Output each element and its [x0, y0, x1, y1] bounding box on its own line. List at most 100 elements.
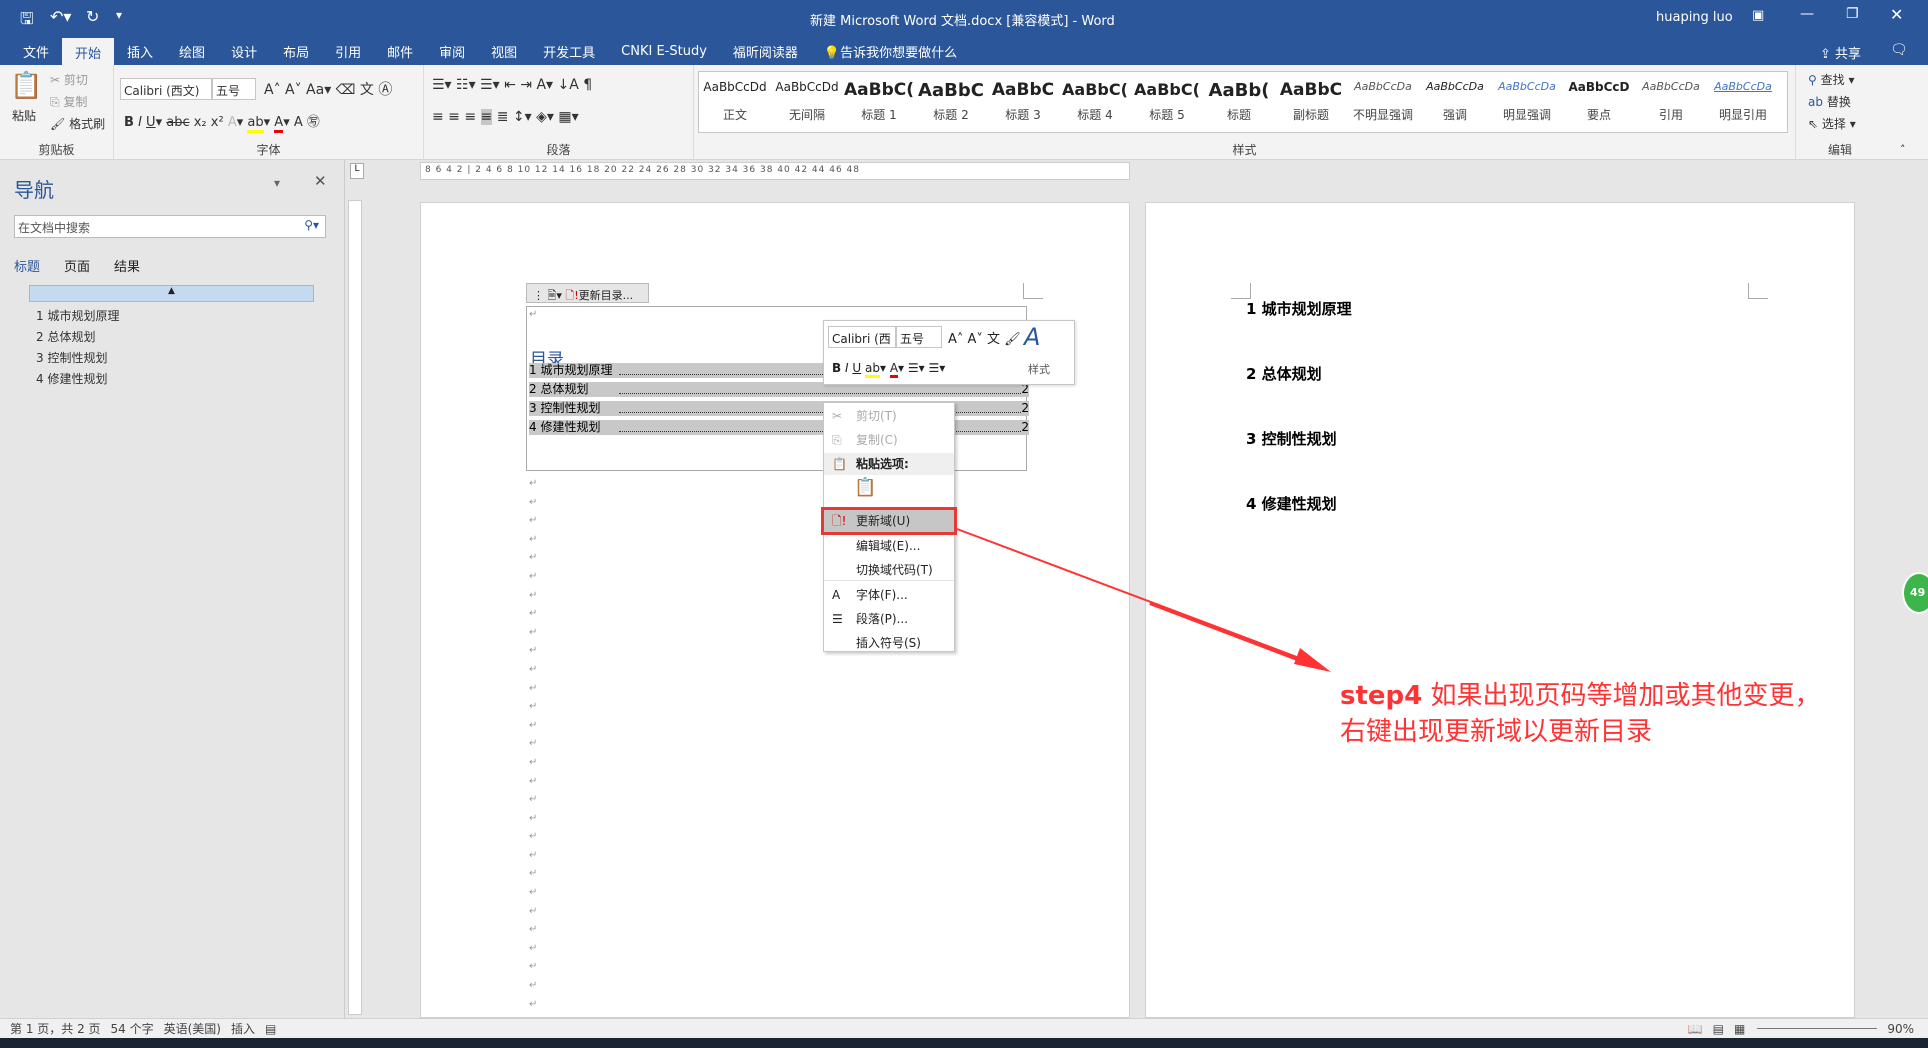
nav-heading[interactable]: 3 控制性规划 — [36, 348, 119, 369]
style-item[interactable]: AaBbC 副标题 — [1275, 72, 1347, 132]
style-item[interactable]: AaBbCcDa 明显引用 — [1707, 72, 1779, 132]
nav-heading[interactable]: 4 修建性规划 — [36, 369, 119, 390]
comments-icon[interactable]: 🗨 — [1890, 42, 1908, 58]
menu-font[interactable]: A 字体(F)... — [824, 584, 954, 606]
share-button[interactable]: ⇪ 共享 — [1820, 43, 1861, 62]
tab-draw[interactable]: 绘图 — [166, 37, 218, 66]
style-item[interactable]: AaBbC 标题 2 — [915, 72, 987, 132]
style-item[interactable]: AaBbCcDa 引用 — [1635, 72, 1707, 132]
nav-heading[interactable]: 1 城市规划原理 — [36, 306, 119, 327]
tab-review[interactable]: 审阅 — [426, 37, 478, 66]
search-icon[interactable]: ⚲▾ — [304, 218, 319, 232]
menu-edit-field[interactable]: 编辑域(E)... — [824, 535, 954, 557]
menu-paragraph[interactable]: ☰ 段落(P)... — [824, 608, 954, 630]
window-title: 新建 Microsoft Word 文档.docx [兼容模式] - Word — [810, 14, 1115, 29]
format-painter-button[interactable]: 🖌 格式刷 — [50, 115, 105, 132]
user-name[interactable]: huaping luo — [1656, 10, 1733, 25]
print-layout-icon[interactable]: ▤ — [1713, 1022, 1724, 1036]
style-item[interactable]: AaBbCcDd 无间隔 — [771, 72, 843, 132]
tab-foxit[interactable]: 福昕阅读器 — [720, 37, 811, 66]
paste-keep-text-icon[interactable]: 📋 — [854, 477, 876, 498]
tab-mailings[interactable]: 邮件 — [374, 37, 426, 66]
customize-qat-icon[interactable]: ▾ — [116, 8, 122, 22]
alignment-buttons[interactable]: ≡ ≡ ≡ ≡ ≣ ↕▾ ◈▾ ▦▾ — [432, 109, 579, 125]
tab-developer[interactable]: 开发工具 — [530, 37, 608, 66]
mini-font-buttons[interactable]: A˄ A˅ 文 🖌 — [948, 328, 1021, 347]
style-item[interactable]: AaBbCcDd 正文 — [699, 72, 771, 132]
macro-icon[interactable]: ▤ — [265, 1022, 276, 1036]
tab-references[interactable]: 引用 — [322, 37, 374, 66]
list-buttons[interactable]: ☰▾ ☷▾ ☰▾ ⇤ ⇥ A▾ ↓A ¶ — [432, 77, 592, 93]
tab-cnki[interactable]: CNKI E-Study — [608, 39, 720, 64]
collapse-all-button[interactable]: ▲ — [29, 285, 314, 302]
nav-tab-results[interactable]: 结果 — [114, 256, 140, 275]
menu-update-field[interactable]: 🗋! 更新域(U) — [821, 507, 957, 535]
floating-badge[interactable]: 49 — [1902, 572, 1928, 614]
menu-cut[interactable]: ✂ 剪切(T) — [824, 405, 954, 427]
style-item[interactable]: AaBbCcDa 明显强调 — [1491, 72, 1563, 132]
nav-tab-pages[interactable]: 页面 — [64, 256, 90, 275]
page-count[interactable]: 第 1 页，共 2 页 — [10, 1020, 101, 1037]
save-icon[interactable]: 🖫 — [20, 8, 34, 35]
tab-insert[interactable]: 插入 — [114, 37, 166, 66]
mini-styles-label[interactable]: 样式 — [1028, 361, 1050, 377]
menu-copy[interactable]: ⎘ 复制(C) — [824, 429, 954, 451]
font-name-select[interactable]: Calibri (西文) — [120, 78, 212, 100]
mini-size-select[interactable]: 五号 — [896, 326, 942, 348]
paste-icon[interactable]: 📋 — [10, 71, 42, 101]
language[interactable]: 英语(美国) — [164, 1020, 221, 1037]
nav-close-icon[interactable]: ✕ — [314, 172, 327, 190]
nav-search-input[interactable]: 在文档中搜索 ⚲▾ — [14, 215, 326, 238]
format-buttons[interactable]: B I U▾ abc x₂ x² A▾ ab▾ A▾ A ㊢ — [124, 111, 320, 133]
find-button[interactable]: ⚲ 查找 ▾ — [1808, 71, 1854, 88]
tab-selector[interactable]: L — [350, 163, 364, 179]
style-item[interactable]: AaBbCcD 要点 — [1563, 72, 1635, 132]
mini-font-select[interactable]: Calibri (西 — [828, 326, 896, 348]
tab-file[interactable]: 文件 — [10, 37, 62, 66]
insert-mode[interactable]: 插入 — [231, 1020, 255, 1037]
zoom-level[interactable]: 90% — [1887, 1022, 1914, 1036]
read-mode-icon[interactable]: 📖 — [1688, 1022, 1703, 1036]
style-item[interactable]: AaBbC 标题 3 — [987, 72, 1059, 132]
style-item[interactable]: AaBbC(标题 4 — [1059, 72, 1131, 132]
menu-paste-options: 📋 粘贴选项: — [824, 453, 954, 475]
mini-format-buttons[interactable]: B I U ab▾ A▾ ☰▾ ☰▾ — [832, 361, 945, 378]
style-item[interactable]: AaBbC(标题 1 — [843, 72, 915, 132]
paste-button[interactable]: 粘贴 — [12, 107, 36, 124]
redo-icon[interactable]: ↻ — [86, 7, 99, 26]
style-item[interactable]: AaBbCcDa 强调 — [1419, 72, 1491, 132]
minimize-icon[interactable]: — — [1800, 6, 1814, 22]
style-item[interactable]: AaBbC(标题 5 — [1131, 72, 1203, 132]
update-toc-button[interactable]: ⋮ 🗎▾ 🗋!更新目录... — [526, 283, 649, 303]
undo-icon[interactable]: ↶▾ — [50, 7, 71, 26]
style-item[interactable]: AaBbCcDa 不明显强调 — [1347, 72, 1419, 132]
nav-tab-headings[interactable]: 标题 — [14, 256, 40, 275]
font-size-select[interactable]: 五号 — [212, 78, 256, 100]
styles-icon[interactable]: A — [1024, 323, 1040, 351]
restore-icon[interactable]: ❐ — [1846, 6, 1859, 22]
menu-insert-symbol[interactable]: 插入符号(S) — [824, 632, 954, 654]
copy-button[interactable]: ⎘ 复制 — [50, 93, 87, 110]
cut-button[interactable]: ✂ 剪切 — [50, 71, 88, 88]
zoom-slider[interactable] — [1757, 1028, 1878, 1029]
nav-options-icon[interactable]: ▾ — [274, 176, 280, 190]
tab-home[interactable]: 开始 — [62, 38, 115, 65]
tab-view[interactable]: 视图 — [478, 37, 530, 66]
word-count[interactable]: 54 个字 — [111, 1020, 154, 1037]
close-icon[interactable]: ✕ — [1890, 5, 1903, 24]
style-item[interactable]: AaBb(标题 — [1203, 72, 1275, 132]
menu-toggle-field-codes[interactable]: 切换域代码(T) — [824, 559, 954, 581]
tab-layout[interactable]: 布局 — [270, 37, 322, 66]
select-button[interactable]: ⇖ 选择 ▾ — [1808, 115, 1856, 132]
replace-button[interactable]: ab 替换 — [1808, 93, 1851, 110]
horizontal-ruler[interactable]: 8 6 4 2 | 2 4 6 8 10 12 14 16 18 20 22 2… — [420, 162, 1130, 180]
vertical-ruler[interactable] — [348, 200, 362, 1015]
tell-me-search[interactable]: 💡告诉我你想要做什么 — [811, 37, 970, 66]
web-layout-icon[interactable]: ▦ — [1734, 1022, 1745, 1036]
collapse-ribbon-icon[interactable]: ˄ — [1900, 143, 1906, 156]
nav-heading[interactable]: 2 总体规划 — [36, 327, 119, 348]
tab-design[interactable]: 设计 — [218, 37, 270, 66]
ribbon-display-icon[interactable]: ▣ — [1752, 8, 1764, 23]
grow-shrink-font-icons[interactable]: A˄ A˅ Aa▾ ⌫ 文 Ⓐ — [264, 79, 392, 99]
ribbon-tabs: 文件 开始 插入 绘图 设计 布局 引用 邮件 审阅 视图 开发工具 CNKI … — [0, 38, 1928, 65]
